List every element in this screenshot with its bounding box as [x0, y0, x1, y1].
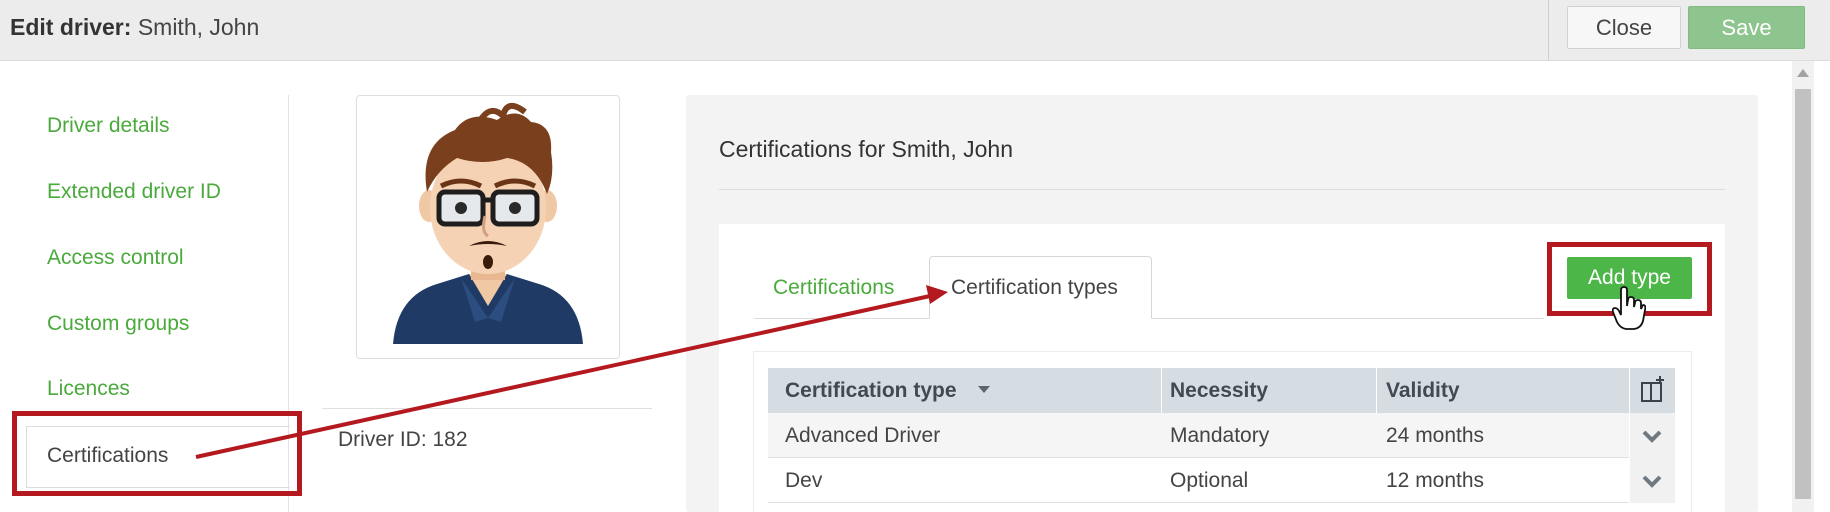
- column-header-label: Necessity: [1170, 379, 1269, 402]
- cell-certification-type: Advanced Driver: [785, 424, 941, 447]
- tab-certification-types[interactable]: Certification types: [929, 256, 1152, 319]
- close-button[interactable]: Close: [1567, 6, 1681, 49]
- column-picker-button[interactable]: [1630, 368, 1675, 413]
- sidebar-item-licences[interactable]: Licences: [47, 377, 130, 401]
- sort-desc-icon[interactable]: [978, 386, 990, 393]
- cell-certification-type: Dev: [785, 469, 823, 492]
- chevron-down-icon: [1642, 475, 1662, 488]
- tab-certifications[interactable]: Certifications: [773, 276, 894, 300]
- column-header-label: Certification type: [785, 379, 957, 402]
- cell-validity: 24 months: [1386, 424, 1485, 447]
- driver-id-text: Driver ID: 182: [338, 428, 468, 451]
- driver-info-divider: [322, 408, 652, 409]
- scrollbar-thumb[interactable]: [1795, 89, 1811, 499]
- hand-pointer-icon: [1612, 286, 1646, 330]
- tab-label: Certification types: [951, 276, 1118, 299]
- column-header-label: Validity: [1386, 379, 1460, 402]
- avatar-illustration: [393, 103, 583, 344]
- column-header-necessity[interactable]: Necessity: [1162, 368, 1376, 413]
- sidebar-item-custom-groups[interactable]: Custom groups: [47, 312, 189, 336]
- page-title: Edit driver: Smith, John: [10, 14, 260, 40]
- cell-necessity: Optional: [1170, 469, 1249, 492]
- panel-divider: [719, 189, 1725, 190]
- sidebar-item-access-control[interactable]: Access control: [47, 246, 184, 270]
- sidebar-item-extended-driver-id[interactable]: Extended driver ID: [47, 180, 221, 204]
- save-button[interactable]: Save: [1688, 6, 1805, 49]
- row-expand-button[interactable]: [1630, 413, 1675, 458]
- chevron-down-icon: [1642, 430, 1662, 443]
- vertical-scrollbar[interactable]: [1792, 61, 1814, 512]
- toolbar-divider: [1548, 0, 1549, 61]
- column-header-validity[interactable]: Validity: [1377, 368, 1629, 413]
- certifications-title: Certifications for Smith, John: [719, 136, 1014, 162]
- annotation-highlight-certifications: [12, 411, 302, 496]
- driver-avatar: [356, 95, 620, 359]
- top-bar: Edit driver: Smith, John Close Save: [0, 0, 1830, 61]
- table-row[interactable]: Dev Optional 12 months: [768, 458, 1629, 503]
- driver-name: Smith, John: [137, 14, 260, 40]
- column-header-certification-type[interactable]: Certification type: [768, 368, 1161, 413]
- scroll-up-icon[interactable]: [1797, 69, 1809, 77]
- cell-validity: 12 months: [1386, 469, 1485, 492]
- column-add-icon: [1641, 376, 1664, 402]
- row-expand-button[interactable]: [1630, 458, 1675, 503]
- table-row[interactable]: Advanced Driver Mandatory 24 months: [768, 413, 1629, 458]
- sidebar-item-driver-details[interactable]: Driver details: [47, 114, 170, 138]
- cell-necessity: Mandatory: [1170, 424, 1270, 447]
